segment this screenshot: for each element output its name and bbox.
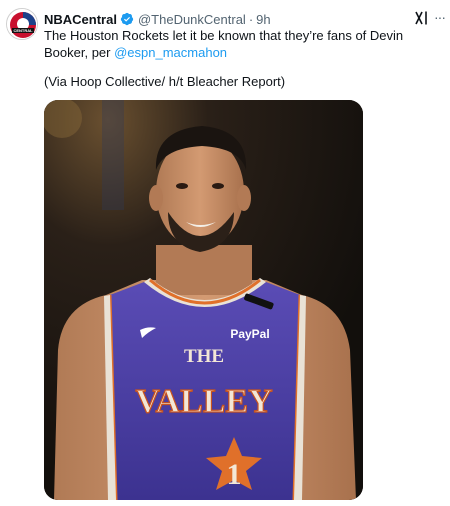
jersey-number: 1 xyxy=(227,458,242,491)
more-options-icon[interactable]: ··· xyxy=(434,9,446,25)
author-name[interactable]: NBACentral xyxy=(44,12,117,27)
tweet-header: NBACentral @TheDunkCentral · 9h xyxy=(44,10,271,28)
avatar[interactable]: CENTRAL xyxy=(6,8,38,40)
verified-badge-icon xyxy=(120,12,134,26)
mention-link[interactable]: @espn_macmahon xyxy=(114,45,227,60)
tweet-card[interactable]: CENTRAL NBACentral @TheDunkCentral · 9h … xyxy=(0,0,450,506)
tweet-credit: (Via Hoop Collective/ h/t Bleacher Repor… xyxy=(44,74,286,89)
author-handle[interactable]: @TheDunkCentral xyxy=(138,12,246,27)
sponsor-text: PayPal xyxy=(230,327,269,341)
player-photo: THE VALLEY PayPal 1 xyxy=(44,100,363,500)
jersey-top-text: THE xyxy=(184,346,224,367)
timestamp[interactable]: 9h xyxy=(256,12,270,27)
tweet-photo[interactable]: THE VALLEY PayPal 1 xyxy=(44,100,363,500)
nbacentral-logo: CENTRAL xyxy=(7,9,37,39)
separator-dot: · xyxy=(248,11,254,27)
grok-icon[interactable] xyxy=(413,10,429,26)
jersey-main-text: VALLEY xyxy=(135,383,272,420)
svg-text:CENTRAL: CENTRAL xyxy=(13,28,33,33)
tweet-text: The Houston Rockets let it be known that… xyxy=(44,28,444,61)
